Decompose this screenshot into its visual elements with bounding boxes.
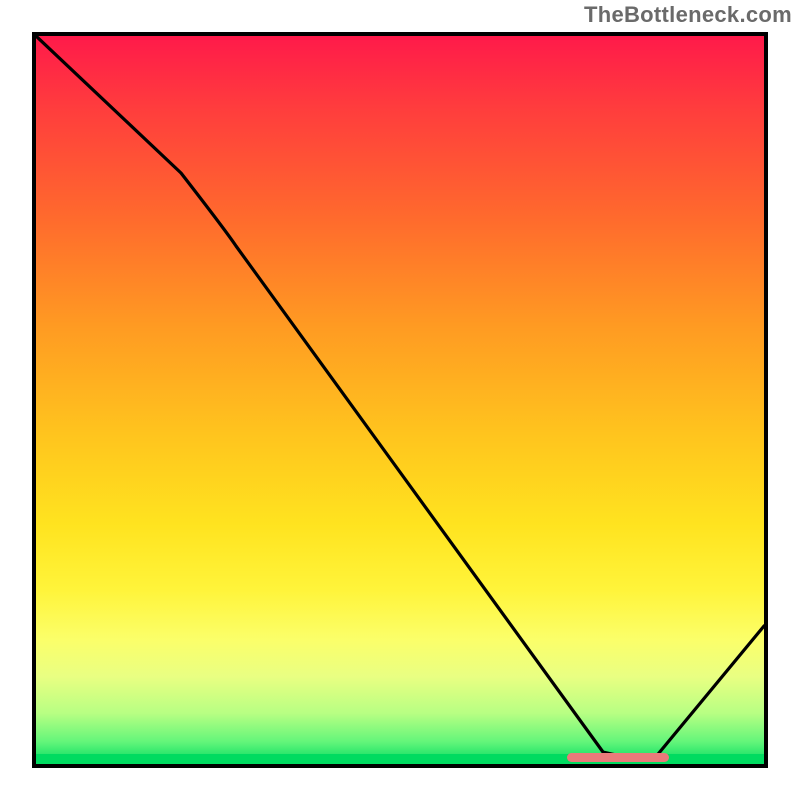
curve-path	[36, 36, 764, 759]
highlight-bar	[567, 753, 669, 762]
watermark-text: TheBottleneck.com	[584, 2, 792, 28]
chart-frame: TheBottleneck.com	[0, 0, 800, 800]
plot-area	[32, 32, 768, 768]
curve-layer	[36, 36, 764, 764]
